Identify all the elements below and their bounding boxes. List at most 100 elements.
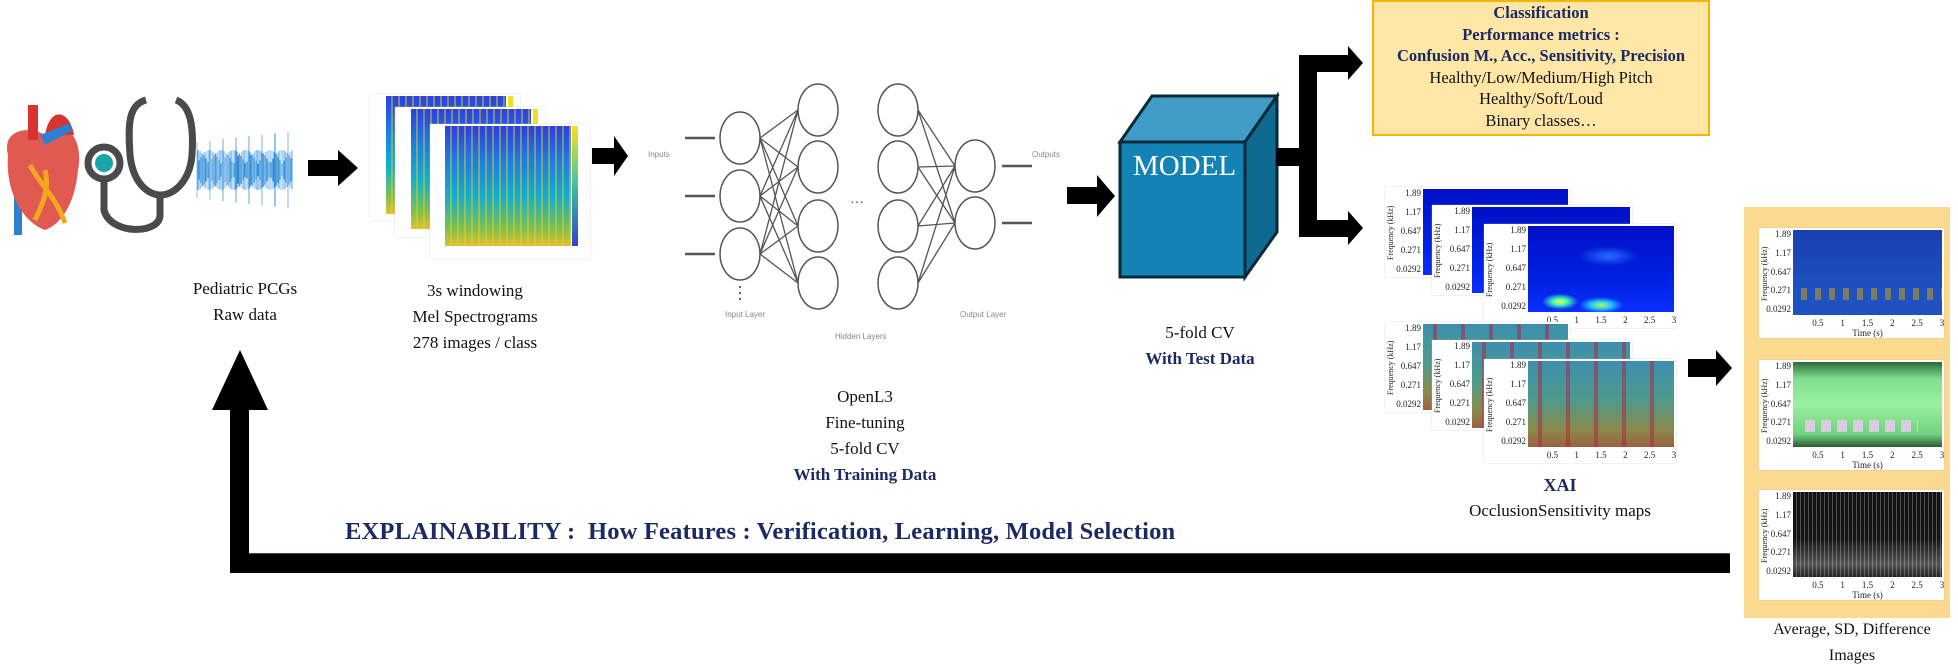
metrics-list: Confusion M., Acc., Sensitivity, Precisi… <box>1374 45 1708 67</box>
x-tick-label: 0.5 <box>1812 580 1823 590</box>
y-tick-label: 0.647 <box>1771 530 1791 539</box>
x-tick-label: 3 <box>1672 450 1677 460</box>
y-tick-label: 0.647 <box>1506 264 1526 273</box>
x-tick-label: 2 <box>1623 450 1628 460</box>
y-tick-label: 0.647 <box>1771 268 1791 277</box>
outputs-label: Outputs <box>1032 150 1060 159</box>
explainability-label: EXPLAINABILITY : How Features : Verifica… <box>345 518 1175 546</box>
xai-caption: XAI OcclusionSensitivity maps <box>1469 472 1651 524</box>
y-tick-label: 0.647 <box>1450 245 1470 254</box>
class-set: Healthy/Low/Medium/High Pitch <box>1374 67 1708 89</box>
difference-image <box>1793 492 1942 577</box>
y-tick-label: 0.271 <box>1506 283 1526 292</box>
x-tick-label: 0.5 <box>1812 450 1823 460</box>
arrow-shaft <box>1299 55 1349 72</box>
bracket-bar <box>1299 55 1317 237</box>
summary-plot-card: Frequency (kHz) 1.89 1.17 0.647 0.271 0.0292 0… <box>1759 490 1944 600</box>
y-tick-label: 1.17 <box>1405 343 1421 352</box>
caption-line: Images <box>1773 643 1931 669</box>
neural-network-diagram <box>640 80 1080 350</box>
y-tick-label: 1.17 <box>1454 361 1470 370</box>
connection <box>918 166 955 283</box>
y-tick-label: 0.0292 <box>1501 302 1526 311</box>
neuron <box>798 141 838 193</box>
occlusion-heatmap <box>1528 226 1674 312</box>
y-tick-label: 0.647 <box>1506 399 1526 408</box>
summary-caption: Average, SD, Difference Images <box>1773 617 1931 669</box>
hidden-ellipsis: … <box>850 192 864 208</box>
y-tick-label: 0.0292 <box>1766 437 1791 446</box>
caption-line: 5-fold CV <box>794 436 937 462</box>
class-set: Binary classes… <box>1374 110 1708 132</box>
y-tick-label: 0.647 <box>1771 400 1791 409</box>
arrow-shaft <box>1067 187 1097 204</box>
caption-line: Raw data <box>193 302 297 328</box>
arrow-shaft <box>1688 359 1716 377</box>
y-tick-label: 1.89 <box>1454 207 1470 216</box>
x-tick-label: 3 <box>1672 315 1677 325</box>
x-tick-label: 3 <box>1940 450 1945 460</box>
arrow-head <box>1348 46 1363 80</box>
x-tick-label: 2 <box>1890 318 1895 328</box>
x-tick-label: 1 <box>1840 450 1845 460</box>
mel-spectrogram-image <box>430 124 590 259</box>
spectrogram-caption: 3s windowing Mel Spectrograms 278 images… <box>412 278 537 356</box>
xai-title: XAI <box>1469 472 1651 498</box>
average-image <box>1793 230 1942 315</box>
ellipsis-dot <box>739 286 741 288</box>
y-tick-label: 0.0292 <box>1766 567 1791 576</box>
neuron <box>955 140 995 192</box>
caption-line: Average, SD, Difference <box>1773 617 1931 643</box>
ellipsis-dot <box>739 292 741 294</box>
y-tick-label: 0.271 <box>1450 264 1470 273</box>
summary-plot-card: Frequency (kHz) 1.89 1.17 0.647 0.271 0.0292 0… <box>1759 360 1944 470</box>
inputs-label: Inputs <box>648 150 670 159</box>
y-axis-label: Frequency (kHz) <box>1433 359 1442 413</box>
arrow-head <box>614 136 628 176</box>
x-tick-label: 2 <box>1890 580 1895 590</box>
stethoscope-icon <box>88 100 192 229</box>
feedback-arrow-head <box>212 350 268 410</box>
neuron <box>720 228 760 280</box>
y-tick-label: 0.271 <box>1771 286 1791 295</box>
x-tick-label: 2.5 <box>1644 450 1655 460</box>
x-tick-label: 1 <box>1840 580 1845 590</box>
y-axis-label: Frequency (kHz) <box>1433 224 1442 278</box>
y-tick-label: 0.647 <box>1401 227 1421 236</box>
arrow-shaft <box>592 148 614 164</box>
neuron <box>878 200 918 252</box>
connection <box>918 110 955 166</box>
y-tick-label: 0.0292 <box>1396 400 1421 409</box>
y-tick-label: 1.17 <box>1775 381 1791 390</box>
feedback-bar-horizontal <box>230 553 1730 573</box>
neuron <box>720 170 760 222</box>
x-tick-label: 1 <box>1840 318 1845 328</box>
neuron <box>878 257 918 309</box>
x-tick-label: 2.5 <box>1912 450 1923 460</box>
output-layer-label: Output Layer <box>960 310 1006 319</box>
x-tick-label: 0.5 <box>1547 450 1558 460</box>
y-tick-label: 1.89 <box>1775 492 1791 501</box>
connection <box>918 166 955 167</box>
x-axis-label: Time (s) <box>1852 590 1882 600</box>
waveform-icon <box>197 132 292 207</box>
caption-line: Fine-tuning <box>794 410 937 436</box>
y-axis-label: Frequency (kHz) <box>1386 206 1395 260</box>
y-tick-label: 1.17 <box>1454 226 1470 235</box>
y-tick-label: 0.0292 <box>1501 437 1526 446</box>
arrow-head <box>1348 211 1363 245</box>
y-tick-label: 1.89 <box>1454 342 1470 351</box>
neuron <box>720 112 760 164</box>
caption-line: 278 images / class <box>412 330 537 356</box>
neuron <box>798 84 838 136</box>
y-tick-label: 0.647 <box>1401 362 1421 371</box>
x-tick-label: 1.5 <box>1862 580 1873 590</box>
classification-box: Classification Performance metrics : Con… <box>1372 0 1710 136</box>
occlusion-map-card: Frequency (kHz) 1.89 1.17 0.647 0.271 0.0292 0… <box>1484 359 1676 463</box>
caption-line-emphasis: With Training Data <box>794 462 937 488</box>
caption-line: Mel Spectrograms <box>412 304 537 330</box>
x-tick-label: 1 <box>1574 315 1579 325</box>
y-tick-label: 1.89 <box>1405 324 1421 333</box>
y-tick-label: 1.89 <box>1510 361 1526 370</box>
y-tick-label: 0.271 <box>1506 418 1526 427</box>
